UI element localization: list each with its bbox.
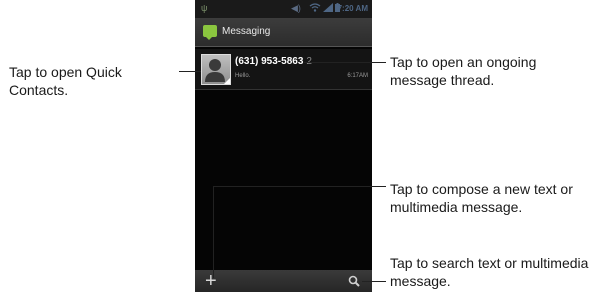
status-time: 7:20 AM xyxy=(337,4,368,13)
thread-sender: (631) 953-58632 xyxy=(235,56,312,67)
callout-line-compose-vertical xyxy=(213,186,214,278)
message-thread[interactable]: (631) 953-58632 Hello. 6:17AM xyxy=(195,49,372,90)
signal-icon xyxy=(323,3,333,14)
message-preview: Hello. xyxy=(235,73,251,79)
bottom-action-bar: + xyxy=(195,270,372,292)
sender-number: (631) 953-5863 xyxy=(235,56,304,67)
callout-search: Tap to search text or multimedia message… xyxy=(390,255,589,289)
search-icon[interactable] xyxy=(348,275,360,287)
notification-icon: ψ xyxy=(201,3,208,13)
plus-icon[interactable]: + xyxy=(205,271,217,291)
contact-avatar-icon[interactable] xyxy=(201,54,231,85)
callout-line-quick-contacts xyxy=(179,71,201,72)
wifi-icon xyxy=(309,3,321,14)
callout-line-compose xyxy=(213,186,386,187)
volume-icon: ◀) xyxy=(291,3,301,13)
app-title: Messaging xyxy=(222,26,271,37)
callout-line-thread xyxy=(304,62,386,63)
callout-open-thread: Tap to open an ongoing message thread. xyxy=(390,54,537,88)
message-time: 6:17AM xyxy=(347,73,368,79)
callout-line-search xyxy=(362,281,386,282)
messaging-icon xyxy=(203,25,217,40)
callout-quick-contacts: Tap to open Quick Contacts. xyxy=(9,64,122,98)
status-bar: ψ ◀) 7:20 AM xyxy=(195,0,372,18)
phone-screen: ψ ◀) 7:20 AM Messaging (631) 953-58632 H… xyxy=(195,0,372,292)
app-title-bar: Messaging xyxy=(195,18,372,47)
callout-compose: Tap to compose a new text or multimedia … xyxy=(390,181,573,215)
